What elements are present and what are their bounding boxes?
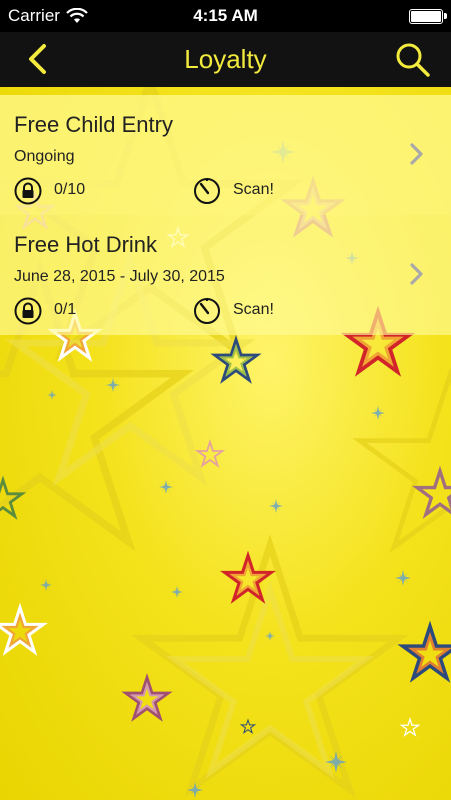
stamp-count: 0/10: [54, 181, 86, 198]
nav-bar: Loyalty: [0, 32, 451, 87]
timer-icon[interactable]: [193, 177, 221, 205]
scan-label[interactable]: Scan!: [233, 301, 274, 319]
scan-label[interactable]: Scan!: [233, 181, 274, 199]
status-time: 4:15 AM: [193, 6, 258, 25]
lock-icon: [14, 297, 42, 325]
status-bar: Carrier 4:15 AM: [0, 0, 451, 32]
search-icon[interactable]: [393, 40, 433, 80]
loyalty-item-validity: Ongoing: [14, 148, 75, 165]
battery-icon: [409, 9, 447, 24]
stamp-count: 0/1: [54, 301, 77, 318]
timer-icon[interactable]: [193, 297, 221, 325]
loyalty-item-title: Free Child Entry: [14, 112, 173, 137]
loyalty-item-title: Free Hot Drink: [14, 232, 158, 257]
chevron-right-icon[interactable]: [409, 263, 425, 285]
chevron-right-icon[interactable]: [409, 143, 425, 165]
loyalty-item-validity: June 28, 2015 - July 30, 2015: [14, 268, 225, 285]
loyalty-list: Free Child Entry Ongoing 0/10 Scan! Free…: [0, 95, 451, 335]
loyalty-item[interactable]: Free Hot Drink June 28, 2015 - July 30, …: [0, 215, 451, 335]
loyalty-item[interactable]: Free Child Entry Ongoing 0/10 Scan!: [0, 95, 451, 215]
page-title: Loyalty: [184, 44, 267, 74]
lock-icon: [14, 177, 42, 205]
